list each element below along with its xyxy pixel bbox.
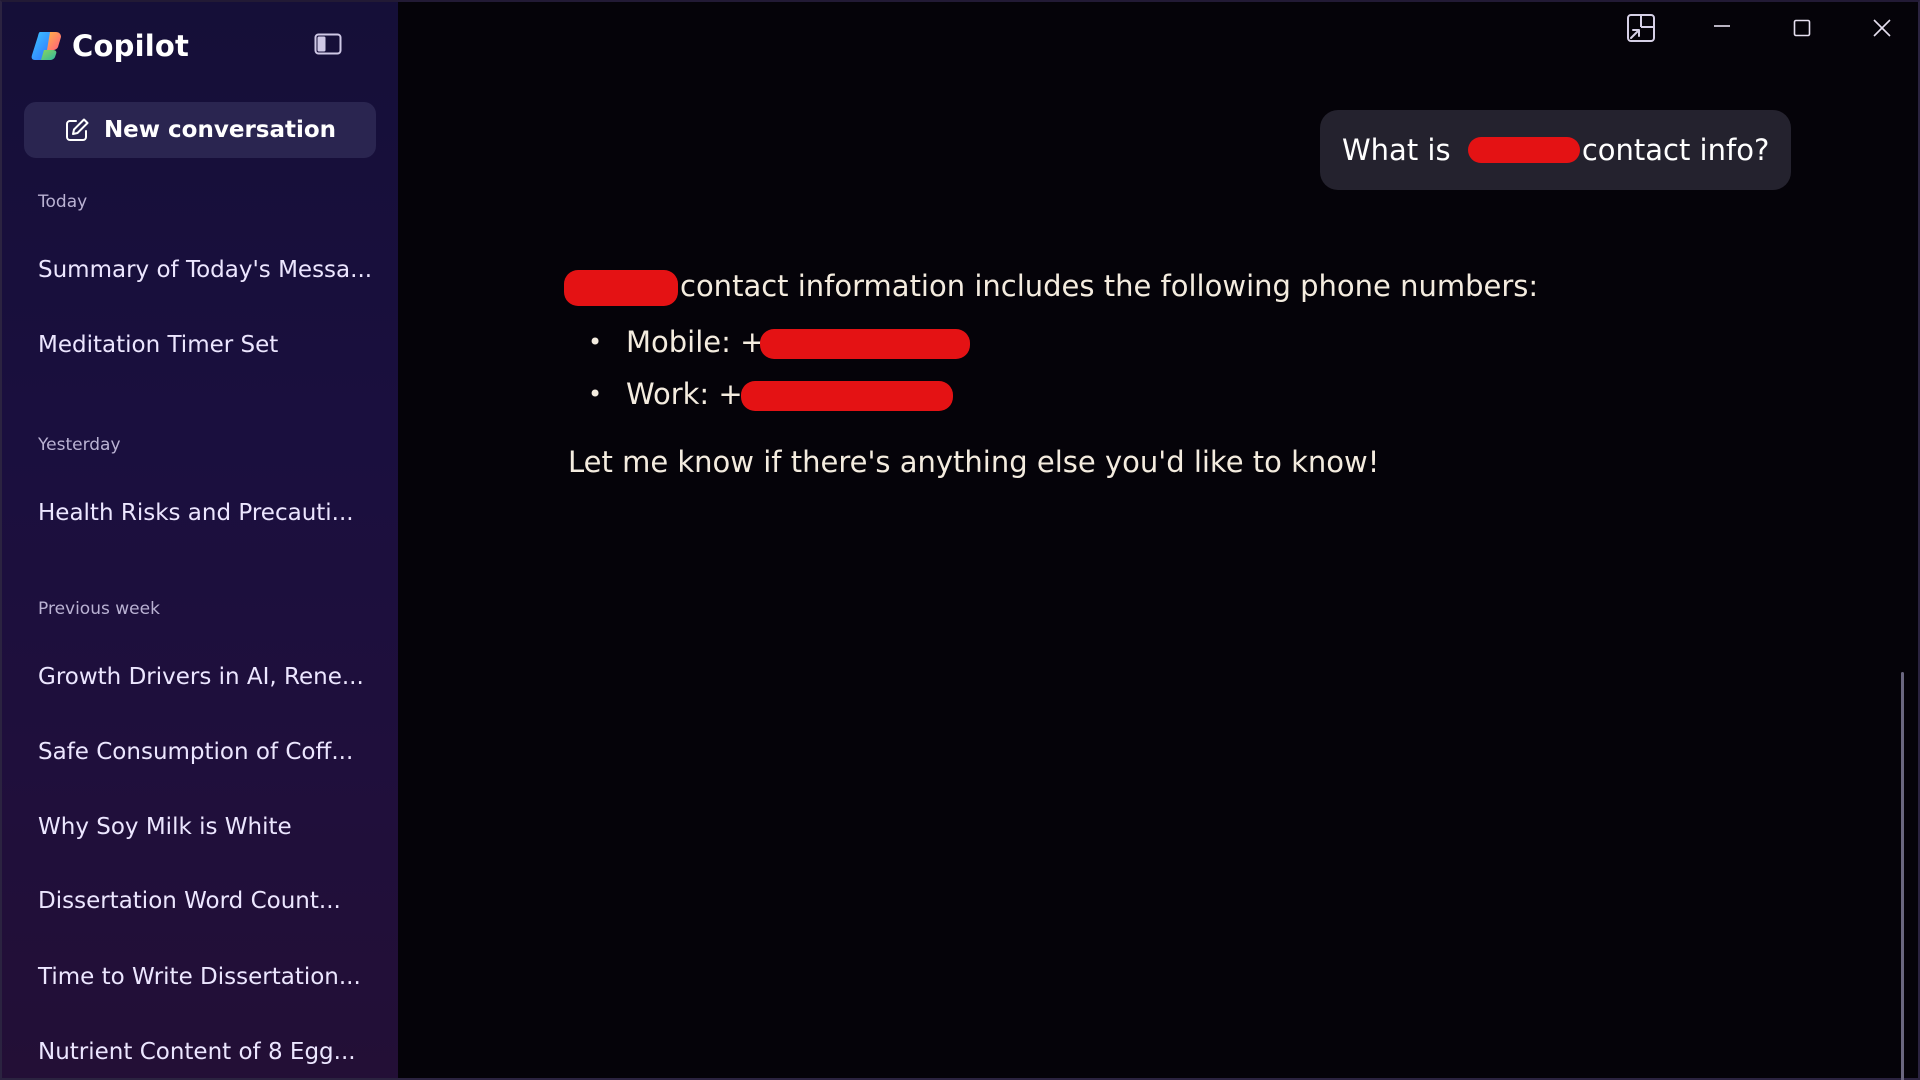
section-label-previous-week: Previous week (38, 599, 160, 619)
conversation-item[interactable]: Safe Consumption of Coff... (24, 736, 376, 768)
user-message-suffix: contact info? (1581, 133, 1770, 167)
conversation-item[interactable]: Dissertation Word Count... (24, 885, 376, 917)
snap-layout-button[interactable] (1616, 12, 1666, 48)
maximize-button[interactable] (1777, 12, 1827, 48)
redaction-mark (760, 329, 971, 359)
section-label-today: Today (38, 192, 88, 212)
sidebar-toggle-button[interactable] (312, 32, 344, 60)
conversation-item[interactable]: Health Risks and Precauti... (24, 497, 376, 529)
assistant-intro-text: contact information includes the followi… (680, 269, 1539, 303)
app-name: Copilot (72, 29, 190, 63)
assistant-intro-line: contact information includes the followi… (564, 264, 1539, 308)
sidebar: Copilot New conversation Today Summary o… (2, 2, 398, 1078)
new-conversation-label: New conversation (103, 117, 337, 143)
new-conversation-button[interactable]: New conversation (24, 102, 376, 158)
work-label: Work: + (626, 377, 743, 411)
mobile-label: Mobile: + (626, 325, 765, 359)
conversation-item[interactable]: Why Soy Milk is White (24, 811, 376, 843)
conversation-item[interactable]: Summary of Today's Messa... (24, 254, 376, 286)
copilot-window: Copilot New conversation Today Summary o… (0, 0, 1920, 1080)
scrollbar-thumb[interactable] (1901, 672, 1904, 1080)
snap-layout-icon (1626, 13, 1656, 47)
copilot-logo-icon (30, 28, 66, 64)
phone-number-list: • Mobile: + • Work: + (568, 316, 1538, 420)
redaction-mark (740, 381, 953, 411)
assistant-closing-text: Let me know if there's anything else you… (568, 445, 1380, 479)
user-message-prefix: What is (1342, 133, 1460, 167)
maximize-icon (1792, 18, 1812, 42)
conversation-item[interactable]: Growth Drivers in AI, Rene... (24, 661, 376, 693)
close-icon (1872, 18, 1892, 42)
bullet: • (588, 328, 603, 356)
sidebar-toggle-icon (314, 33, 342, 59)
close-window-button[interactable] (1857, 12, 1907, 48)
redaction-mark (1467, 137, 1580, 163)
conversation-item[interactable]: Meditation Timer Set (24, 329, 376, 361)
list-item: • Mobile: + (568, 316, 1538, 368)
assistant-message: contact information includes the followi… (564, 264, 1539, 484)
chat-area: What is contact info? contact informatio… (398, 2, 1918, 1080)
bullet: • (588, 380, 603, 408)
redaction-mark (564, 270, 678, 306)
minimize-icon (1712, 18, 1732, 42)
section-label-yesterday: Yesterday (38, 435, 121, 455)
conversation-item[interactable]: Nutrient Content of 8 Egg... (24, 1036, 376, 1068)
conversation-item[interactable]: Time to Write Dissertation... (24, 961, 376, 993)
list-item: • Work: + (568, 368, 1538, 420)
user-message-bubble: What is contact info? (1320, 110, 1792, 190)
minimize-button[interactable] (1697, 12, 1747, 48)
compose-icon (64, 117, 90, 143)
